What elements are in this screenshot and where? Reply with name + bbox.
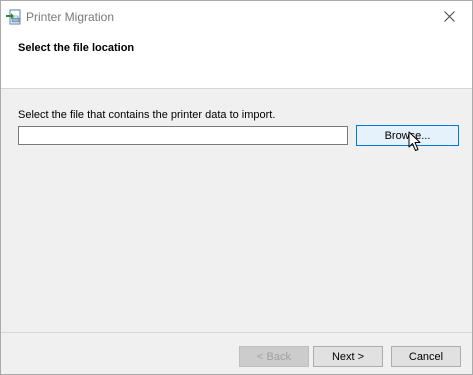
back-button[interactable]: < Back (239, 346, 309, 367)
window-title: Printer Migration (26, 10, 115, 24)
footer-divider (1, 332, 472, 333)
cancel-button[interactable]: Cancel (391, 346, 461, 367)
close-icon (444, 11, 455, 22)
page-title: Select the file location (18, 42, 135, 54)
instruction-text: Select the file that contains the printe… (18, 109, 276, 121)
file-path-input[interactable] (18, 126, 348, 145)
mouse-pointer-icon (408, 131, 421, 151)
printer-migration-icon (6, 9, 21, 25)
next-button[interactable]: Next > (313, 346, 383, 367)
wizard-header: Select the file location (1, 32, 472, 89)
close-button[interactable] (427, 1, 472, 32)
title-bar: Printer Migration (1, 1, 472, 32)
printer-migration-dialog: Printer Migration Select the file locati… (0, 0, 473, 375)
